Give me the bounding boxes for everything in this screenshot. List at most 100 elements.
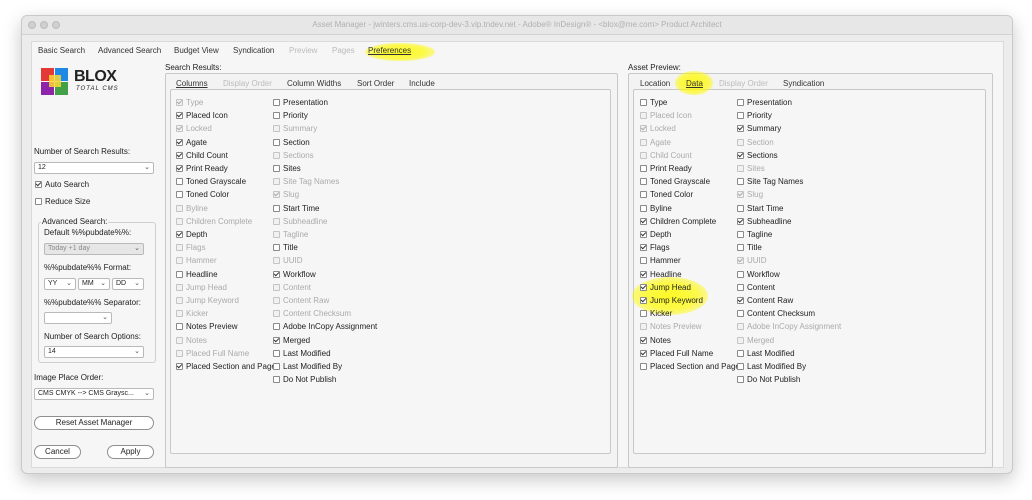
- checkbox-label: Tagline: [283, 230, 309, 239]
- tab-budget-view[interactable]: Budget View: [174, 46, 219, 55]
- checkbox[interactable]: [737, 297, 744, 304]
- checkbox-label: Agate: [650, 137, 671, 147]
- checkbox[interactable]: [273, 376, 280, 384]
- apply-button[interactable]: Apply: [107, 445, 154, 459]
- checkbox[interactable]: [273, 336, 280, 344]
- checkbox[interactable]: [737, 376, 744, 384]
- checkbox[interactable]: [737, 112, 744, 120]
- checkbox[interactable]: [737, 217, 744, 225]
- checkbox[interactable]: [640, 99, 647, 106]
- subtab-syndication-preview[interactable]: Syndication: [783, 79, 824, 88]
- checkbox[interactable]: [640, 363, 647, 370]
- checkbox-label: Print Ready: [650, 164, 692, 173]
- image-place-select[interactable]: CMS CMYK --> CMS Graysc... ⌄: [34, 388, 154, 400]
- reduce-size-checkbox[interactable]: [35, 198, 42, 205]
- checkbox[interactable]: [737, 310, 744, 318]
- format-mm-select[interactable]: MM ⌄: [78, 278, 110, 290]
- checkbox[interactable]: [176, 323, 183, 331]
- checkbox[interactable]: [273, 165, 280, 172]
- checkbox[interactable]: [176, 112, 183, 120]
- checkbox: [273, 217, 280, 225]
- checkbox[interactable]: [737, 363, 744, 370]
- tab-advanced-search[interactable]: Advanced Search: [98, 46, 161, 55]
- subtab-columns[interactable]: Columns: [176, 79, 208, 88]
- checkbox[interactable]: [640, 257, 647, 265]
- checkbox[interactable]: [737, 204, 744, 212]
- tab-basic-search[interactable]: Basic Search: [38, 46, 85, 55]
- auto-search-checkbox[interactable]: [35, 181, 42, 188]
- subtab-include[interactable]: Include: [409, 79, 435, 88]
- checkbox[interactable]: [640, 270, 647, 278]
- checkbox[interactable]: [640, 191, 647, 199]
- checkbox[interactable]: [640, 204, 647, 212]
- checkbox-label: Last Modified: [283, 348, 331, 358]
- checkbox[interactable]: [273, 363, 280, 370]
- checkbox[interactable]: [640, 297, 647, 304]
- checkbox[interactable]: [273, 138, 280, 146]
- checkbox[interactable]: [176, 363, 183, 370]
- tab-syndication[interactable]: Syndication: [233, 46, 274, 55]
- checkbox[interactable]: [737, 283, 744, 291]
- checkbox[interactable]: [737, 99, 744, 106]
- checkbox-label: Toned Grayscale: [650, 177, 711, 187]
- checkbox-label: Sites: [283, 164, 301, 173]
- checkbox[interactable]: [273, 112, 280, 120]
- checkbox: [273, 283, 280, 291]
- checkbox[interactable]: [737, 244, 744, 252]
- checkbox-label: Hammer: [650, 256, 681, 266]
- subtab-sort-order[interactable]: Sort Order: [357, 79, 394, 88]
- subtab-column-widths[interactable]: Column Widths: [287, 79, 341, 88]
- checkbox[interactable]: [176, 151, 183, 159]
- checkbox-label: Jump Head: [650, 282, 691, 292]
- checkbox[interactable]: [640, 283, 647, 291]
- checkbox[interactable]: [737, 231, 744, 238]
- checkbox[interactable]: [273, 349, 280, 357]
- checkbox[interactable]: [640, 244, 647, 252]
- checkbox[interactable]: [737, 270, 744, 278]
- reset-asset-manager-button[interactable]: Reset Asset Manager: [34, 416, 154, 430]
- chevron-down-icon: ⌄: [100, 280, 106, 287]
- checkbox[interactable]: [737, 178, 744, 186]
- separator-select[interactable]: ⌄: [44, 312, 112, 324]
- checkbox[interactable]: [640, 178, 647, 186]
- subtab-location[interactable]: Location: [640, 79, 670, 88]
- checkbox[interactable]: [176, 270, 183, 278]
- checkbox-label: Depth: [650, 230, 672, 239]
- checkbox[interactable]: [176, 165, 183, 172]
- checkbox[interactable]: [737, 349, 744, 357]
- checkbox[interactable]: [176, 191, 183, 199]
- checkbox[interactable]: [640, 310, 647, 318]
- checkbox[interactable]: [176, 138, 183, 146]
- checkbox[interactable]: [273, 244, 280, 252]
- format-dd-select[interactable]: DD ⌄: [112, 278, 144, 290]
- checkbox: [273, 151, 280, 159]
- checkbox[interactable]: [273, 323, 280, 331]
- checkbox[interactable]: [640, 231, 647, 238]
- checkbox[interactable]: [273, 204, 280, 212]
- checkbox-label: Subheadline: [283, 216, 328, 226]
- checkbox-label: Slug: [747, 190, 764, 200]
- cancel-button[interactable]: Cancel: [34, 445, 81, 459]
- checkbox[interactable]: [273, 270, 280, 278]
- checkbox-label: Priority: [283, 111, 308, 121]
- checkbox-label: Sites: [747, 164, 765, 173]
- subtab-data[interactable]: Data: [686, 79, 703, 88]
- checkbox[interactable]: [737, 151, 744, 159]
- chevron-down-icon: ⌄: [134, 348, 140, 355]
- checkbox[interactable]: [176, 178, 183, 186]
- num-options-label: Number of Search Options:: [44, 332, 141, 341]
- checkbox[interactable]: [640, 165, 647, 172]
- checkbox: [273, 297, 280, 304]
- num-results-label: Number of Search Results:: [34, 147, 131, 156]
- checkbox[interactable]: [273, 99, 280, 106]
- checkbox[interactable]: [640, 217, 647, 225]
- checkbox[interactable]: [737, 125, 744, 133]
- checkbox[interactable]: [640, 336, 647, 344]
- tab-preferences[interactable]: Preferences: [368, 46, 411, 55]
- num-results-select[interactable]: 12 ⌄: [34, 162, 154, 174]
- subtab-display-order: Display Order: [223, 79, 272, 88]
- checkbox[interactable]: [640, 349, 647, 357]
- format-yy-select[interactable]: YY ⌄: [44, 278, 76, 290]
- num-options-select[interactable]: 14 ⌄: [44, 346, 144, 358]
- checkbox[interactable]: [176, 231, 183, 238]
